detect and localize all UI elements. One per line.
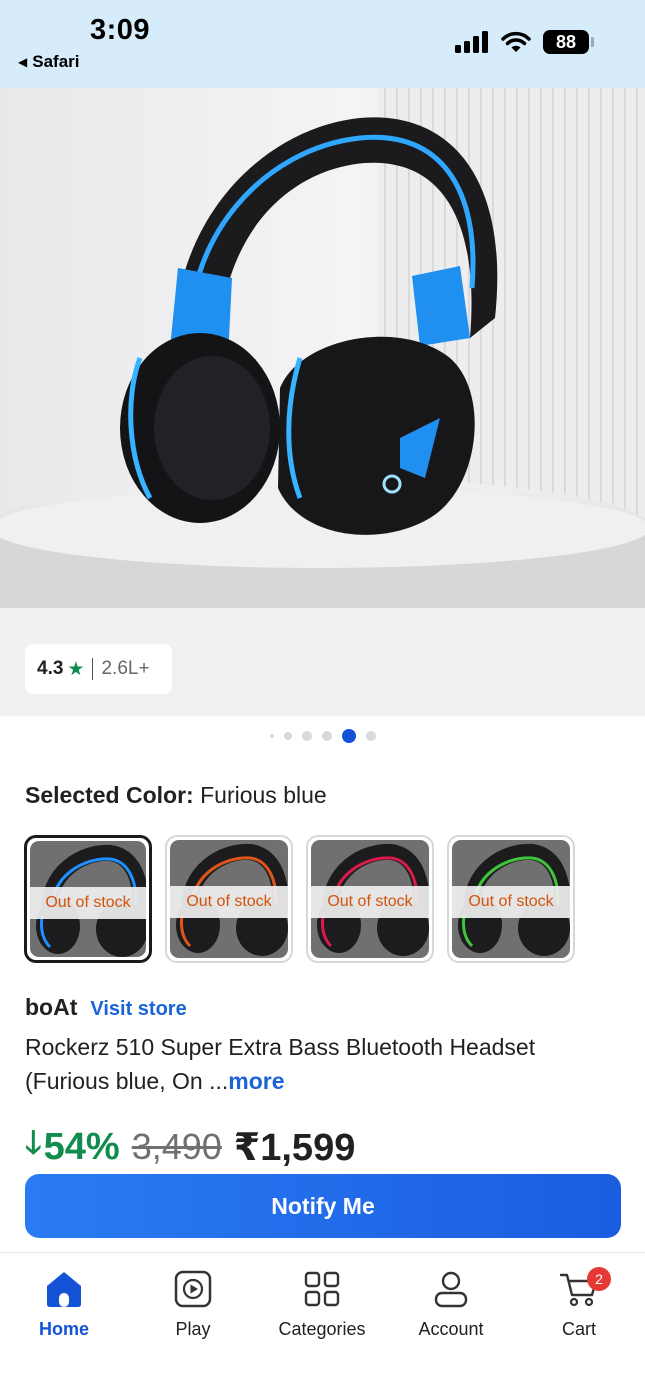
product-title: Rockerz 510 Super Extra Bass Bluetooth H… <box>25 1030 615 1098</box>
nav-label-cart: Cart <box>561 1319 596 1339</box>
color-swatch-green[interactable]: Out of stock <box>447 835 575 963</box>
back-to-safari-link[interactable]: ◀ Safari <box>18 52 79 72</box>
selected-color-value: Furious blue <box>200 782 327 808</box>
status-bar: 3:09 ◀ Safari 88 <box>0 0 645 88</box>
out-of-stock-label: Out of stock <box>170 886 288 918</box>
rating-divider <box>92 658 94 680</box>
star-icon: ★ <box>67 658 85 680</box>
status-time: 3:09 <box>90 14 151 46</box>
cart-count-badge: 2 <box>587 1267 611 1291</box>
battery-level: 88 <box>555 31 577 52</box>
home-icon <box>44 1267 84 1311</box>
selected-color-heading: Selected Color: <box>25 782 194 808</box>
cellular-signal-icon <box>455 31 488 53</box>
out-of-stock-label: Out of stock <box>30 887 146 919</box>
product-image-carousel[interactable]: 4.3 ★ 2.6L+ <box>0 88 645 716</box>
out-of-stock-label: Out of stock <box>311 886 429 918</box>
status-icons: 88 <box>455 30 594 54</box>
rating-value: 4.3 <box>37 658 64 679</box>
bottom-nav: Home Play Categories Account 2 Cart <box>0 1252 645 1398</box>
down-arrow-icon: 🡓 <box>25 1124 42 1160</box>
color-swatch-orange[interactable]: Out of stock <box>165 835 293 963</box>
nav-item-account[interactable]: Account <box>391 1267 511 1340</box>
price-row: 🡓 54% 3,490 ₹1,599 <box>25 1120 355 1174</box>
brand-name: boAt <box>25 994 78 1020</box>
selling-price: ₹1,599 <box>233 1126 356 1169</box>
nav-item-play[interactable]: Play <box>133 1267 253 1340</box>
rating-count: 2.6L+ <box>101 658 150 679</box>
headphones-product-image <box>0 88 645 608</box>
discount-percent: 54% <box>43 1125 120 1168</box>
carousel-dot[interactable] <box>365 731 376 741</box>
nav-item-home[interactable]: Home <box>4 1267 124 1340</box>
nav-label-account: Account <box>418 1319 484 1339</box>
color-swatch-furious-blue[interactable]: Out of stock <box>24 835 152 963</box>
back-triangle-icon: ◀ <box>18 55 28 69</box>
cart-icon: 2 <box>559 1267 611 1311</box>
color-swatches: Out of stock Out of stock Out of stock O… <box>24 835 575 963</box>
back-app-label: Safari <box>32 52 80 71</box>
notify-me-button[interactable]: Notify Me <box>25 1174 621 1238</box>
categories-icon <box>302 1267 342 1311</box>
nav-label-home: Home <box>38 1319 89 1339</box>
brand-row: boAt Visit store <box>25 994 187 1021</box>
original-price: 3,490 <box>131 1126 222 1167</box>
carousel-dot-active[interactable] <box>341 729 356 743</box>
rating-badge[interactable]: 4.3 ★ 2.6L+ <box>25 644 172 694</box>
carousel-dot[interactable] <box>283 732 292 740</box>
carousel-dot[interactable] <box>321 731 332 741</box>
wifi-icon <box>501 31 531 52</box>
more-link[interactable]: more <box>228 1068 284 1094</box>
carousel-dot[interactable] <box>301 731 312 741</box>
visit-store-link[interactable]: Visit store <box>90 998 186 1021</box>
account-icon <box>431 1267 471 1311</box>
carousel-dot[interactable] <box>269 734 274 738</box>
nav-item-categories[interactable]: Categories <box>262 1267 382 1340</box>
play-icon <box>173 1267 213 1311</box>
nav-label-play: Play <box>175 1319 211 1339</box>
selected-color-label: Selected Color: Furious blue <box>25 782 327 809</box>
nav-item-cart[interactable]: 2 Cart <box>519 1267 639 1340</box>
nav-label-categories: Categories <box>278 1319 366 1339</box>
discount: 🡓 54% <box>25 1120 120 1174</box>
out-of-stock-label: Out of stock <box>452 886 570 918</box>
color-swatch-red[interactable]: Out of stock <box>306 835 434 963</box>
carousel-dots <box>0 729 645 743</box>
battery-icon: 88 <box>543 30 594 54</box>
